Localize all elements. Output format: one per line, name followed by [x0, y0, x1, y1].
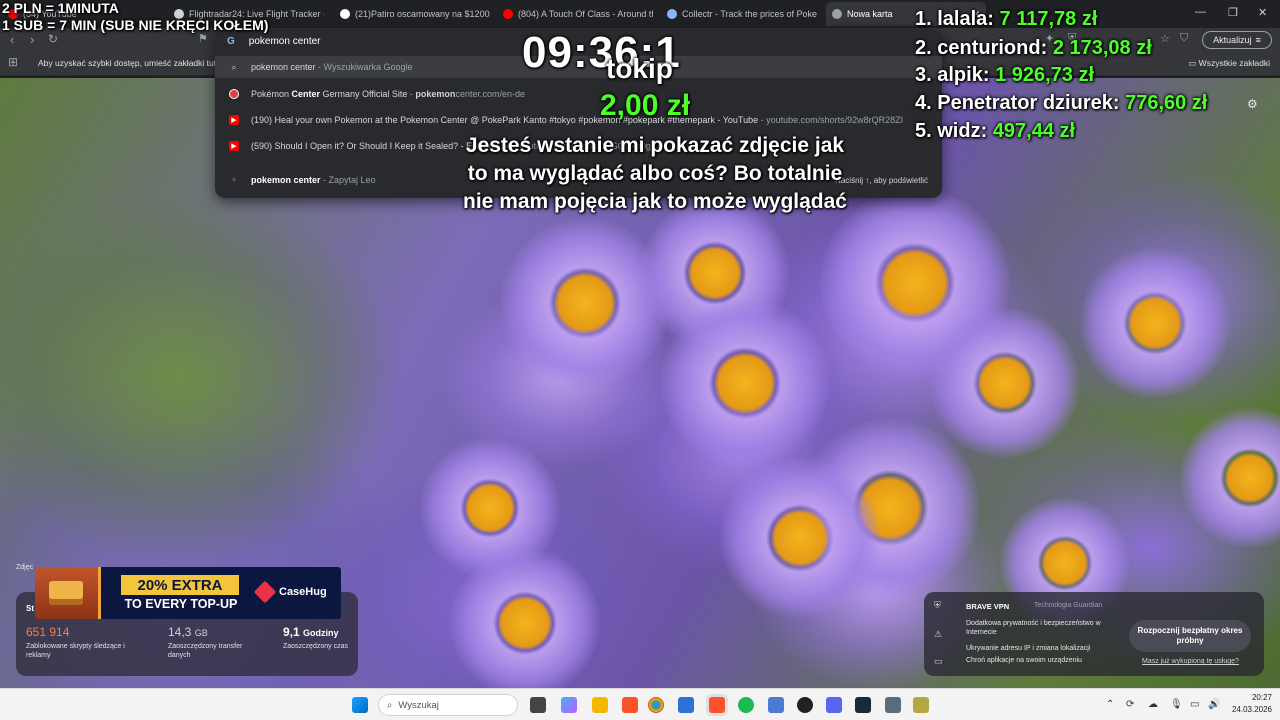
brave-shield-icon[interactable]: ⛉ — [1180, 32, 1188, 45]
clock[interactable]: 20:27 24.03.2026 — [1232, 692, 1272, 716]
chrome-icon[interactable] — [648, 697, 664, 713]
discord-icon[interactable] — [826, 697, 842, 713]
vpn-trial-button[interactable]: Rozpocznij bezpłatny okres próbny — [1129, 620, 1251, 652]
shield-icon — [832, 9, 842, 19]
stat-trackers: 651 914 Zablokowane skrypty śledzące i r… — [26, 625, 125, 659]
youtube-icon — [503, 9, 513, 19]
stat-time: 9,1 Godziny Zaoszczędzony czas — [283, 625, 348, 650]
apps-grid-icon[interactable]: ⊞ — [8, 55, 18, 69]
ad-topup-text: TO EVERY TOP-UP — [124, 597, 238, 611]
vpn-shield-icon: ⛨ — [934, 600, 941, 610]
google-icon: G — [227, 35, 235, 47]
vpn-already-purchased-link[interactable]: Masz już wykupioną tę usługę? — [1142, 658, 1239, 665]
calculator-icon[interactable] — [885, 697, 901, 713]
casehug-icon — [253, 580, 277, 604]
leaderboard-entry: 2. centuriond: 2 173,08 zł — [915, 37, 1152, 59]
chevron-up-icon[interactable]: ⌃ — [1106, 699, 1114, 710]
youtube-icon: ▶ — [229, 141, 239, 151]
vpn-feature: Dodatkowa prywatność i bezpieczeństwo w … — [966, 620, 1101, 636]
microphone-icon[interactable]: 🎙 — [1170, 699, 1183, 710]
minimize-icon[interactable]: — — [1195, 6, 1206, 18]
folder-icon: ▭ — [1188, 58, 1199, 68]
menu-icon: ≡ — [1255, 35, 1261, 45]
taskbar-search[interactable]: ⌕ Wyszukaj — [378, 694, 518, 716]
address-bar[interactable]: G pokemon center — [227, 33, 321, 49]
obs-icon[interactable] — [797, 697, 813, 713]
tiktok-icon — [340, 9, 350, 19]
donor-name: tokip — [606, 53, 673, 84]
treasure-chest-image — [35, 567, 101, 619]
tray-app-icon[interactable]: ⟳ — [1126, 699, 1134, 710]
photo-credit: Zdjęc — [16, 564, 34, 571]
spotify-icon[interactable] — [738, 697, 754, 713]
forward-icon[interactable]: › — [30, 32, 34, 47]
rule-text-sub: 1 SUB = 7 MIN (SUB NIE KRĘCI KOŁEM) — [2, 17, 269, 33]
windows-start-icon[interactable] — [352, 697, 368, 713]
suggestion-youtube-1[interactable]: ▶ (190) Heal your own Pokemon at the Pok… — [215, 109, 942, 131]
brave-vpn-card: ⛨ ⚠ ▭ BRAVE VPN Technologia Guardian Dod… — [924, 592, 1264, 676]
task-view-icon[interactable] — [530, 697, 546, 713]
file-explorer-icon[interactable] — [592, 697, 608, 713]
search-icon: ⌕ — [387, 699, 393, 711]
store-icon[interactable] — [678, 697, 694, 713]
star-icon[interactable]: ☆ — [1160, 32, 1170, 45]
casehug-logo: CaseHug — [253, 580, 327, 604]
bookmark-icon[interactable]: ⚑ — [198, 32, 208, 45]
tab-tiktok[interactable]: (21)Patiro oscamowany na $1200 #p — [340, 4, 490, 24]
copilot-icon[interactable] — [561, 697, 577, 713]
vpn-feature: Ukrywanie adresu IP i zmiana lokalizacji — [966, 645, 1091, 652]
settings-gear-icon[interactable]: ⚙ — [1247, 97, 1258, 111]
search-icon: ⌕ — [231, 61, 237, 72]
vpn-tech: Technologia Guardian — [1034, 602, 1103, 609]
collectr-icon — [667, 9, 677, 19]
rule-text-minutes: 2 PLN = 1MINUTA — [2, 0, 119, 16]
stat-bandwidth: 14,3 GB Zaoszczędzony transfer danych — [168, 625, 243, 659]
brave-icon[interactable] — [622, 697, 638, 713]
suggestion-pokemon-center-site[interactable]: Pokémon Center Germany Official Site - p… — [215, 83, 942, 105]
casehug-ad-banner[interactable]: 20% EXTRA TO EVERY TOP-UP CaseHug — [35, 567, 341, 619]
leaderboard-entry: 5. widz: 497,44 zł — [915, 120, 1076, 142]
network-icon[interactable]: ▭ — [1190, 699, 1199, 710]
all-bookmarks-button[interactable]: ▭ Wszystkie zakładki — [1188, 58, 1270, 69]
leaderboard-entry: 4. Penetrator dziurek: 776,60 zł — [915, 92, 1208, 114]
youtube-icon: ▶ — [229, 115, 239, 125]
stats-heading: St — [26, 604, 34, 613]
tab-collectr[interactable]: Collectr - Track the prices of Pokemo — [667, 4, 817, 24]
close-window-icon[interactable]: ✕ — [1258, 6, 1267, 19]
brave-active-icon[interactable] — [709, 697, 725, 713]
vpn-window-icon: ▭ — [934, 656, 943, 666]
onedrive-icon[interactable]: ☁ — [1148, 699, 1158, 710]
update-button[interactable]: Aktualizuj ≡ — [1202, 31, 1272, 49]
leaderboard-entry: 1. lalala: 7 117,78 zł — [915, 8, 1098, 30]
vpn-title: BRAVE VPN — [966, 602, 1010, 611]
ad-extra-text: 20% EXTRA — [121, 575, 239, 595]
vpn-warning-icon: ⚠ — [934, 629, 943, 639]
notepad-icon[interactable] — [768, 697, 784, 713]
maximize-icon[interactable]: ❐ — [1228, 6, 1238, 19]
app-icon[interactable] — [913, 697, 929, 713]
vpn-feature: Chroń aplikacje na swoim urządzeniu — [966, 657, 1082, 664]
donation-amount: 2,00 zł — [600, 89, 691, 122]
address-input[interactable]: pokemon center — [249, 36, 321, 47]
taskbar: ⌕ Wyszukaj ⌃ ⟳ ☁ 🎙 ▭ 🔊 20:27 24.03.2026 — [0, 688, 1280, 720]
reload-icon[interactable]: ↻ — [48, 32, 58, 46]
volume-icon[interactable]: 🔊 — [1208, 699, 1220, 710]
donation-message: Jesteś wstanie mi pokazać zdjęcie jak to… — [463, 134, 847, 213]
pokeball-icon — [229, 89, 239, 99]
steam-icon[interactable] — [855, 697, 871, 713]
leaderboard-entry: 3. alpik: 1 926,73 zł — [915, 64, 1095, 86]
back-icon[interactable]: ‹ — [10, 32, 14, 47]
tab-youtube-2[interactable]: (804) A Touch Of Class - Around the — [503, 4, 653, 24]
bookmarks-hint: Aby uzyskać szybki dostęp, umieść zakład… — [38, 58, 230, 68]
leo-icon: ✧ — [231, 177, 237, 184]
